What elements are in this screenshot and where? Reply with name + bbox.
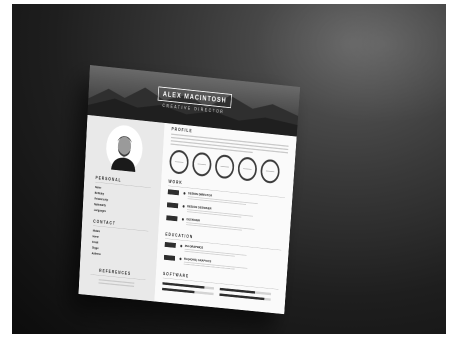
contact-row: Home (92, 235, 112, 240)
photo-frame: ALEX MACINTOSH CREATIVE DIRECTOR PERSONA… (12, 4, 446, 334)
software-bar (219, 287, 256, 294)
contact-row: Mobile (93, 229, 113, 234)
personal-row: Name (95, 186, 115, 191)
work-heading: WORK (168, 179, 183, 186)
portrait-icon (105, 123, 144, 173)
personal-row: Relationship (94, 197, 114, 202)
personal-row: Languages (94, 209, 114, 214)
personal-row: Nationality (94, 203, 114, 208)
contact-row: Skype (92, 246, 112, 251)
software-bar (162, 287, 195, 294)
timeline-dot (182, 205, 185, 208)
personal-label: Nationality (94, 203, 106, 208)
date-badge (166, 202, 179, 209)
date-badge (164, 241, 176, 248)
personal-label: Relationship (94, 197, 109, 202)
timeline-dot (181, 218, 184, 221)
personal-label: Name (94, 185, 102, 190)
date-badge (163, 254, 176, 261)
contact-row: Address (92, 252, 112, 257)
resume-document: ALEX MACINTOSH CREATIVE DIRECTOR PERSONA… (78, 65, 301, 315)
skill-circle (237, 156, 258, 182)
timeline-dot (180, 244, 183, 248)
resume-sidebar: PERSONAL Name Birthday Relationship Nati… (78, 114, 165, 302)
date-badge (166, 215, 178, 222)
personal-label: Languages (93, 208, 106, 213)
contact-label: Address (91, 252, 101, 256)
contact-label: Skype (91, 246, 99, 250)
profile-heading: PROFILE (171, 126, 193, 134)
skill-circle (168, 149, 190, 175)
date-badge (167, 189, 180, 196)
skill-circle (191, 151, 213, 178)
timeline-dot (183, 192, 186, 195)
resume-main: PROFILE WORK DESIGN DIRECTOR DESIGN DESI… (154, 122, 297, 315)
skill-circle (214, 153, 235, 180)
personal-label: Birthday (94, 191, 105, 196)
contact-label: Home (92, 235, 99, 239)
avatar (105, 123, 144, 173)
references-text (98, 279, 135, 289)
contact-label: Mobile (92, 229, 101, 234)
timeline-dot (179, 257, 182, 261)
contact-row: Email (92, 241, 112, 246)
personal-row: Birthday (95, 192, 115, 197)
contact-label: Email (92, 240, 99, 245)
skill-circle (259, 158, 281, 185)
software-bar (219, 293, 265, 301)
